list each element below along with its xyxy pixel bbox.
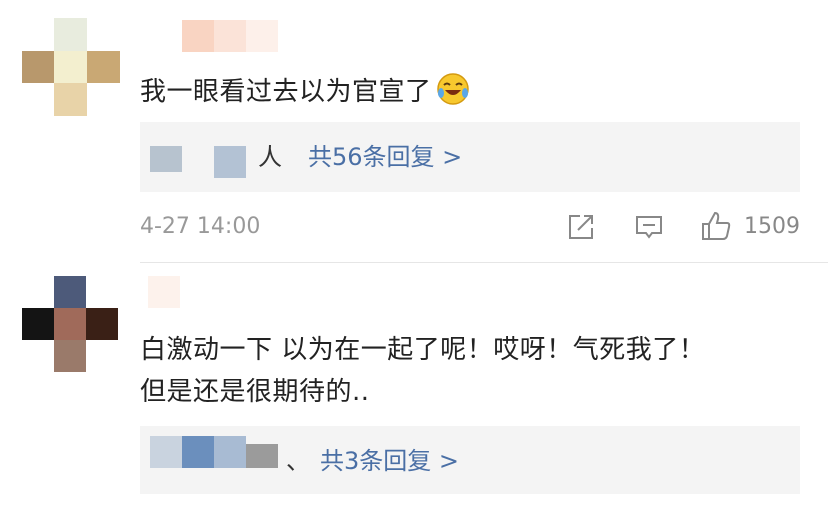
reply-preview-text: 、	[286, 447, 310, 475]
reply-username	[150, 146, 255, 178]
reply-preview-text: 人	[258, 143, 282, 171]
avatar[interactable]	[22, 18, 120, 116]
timestamp: 4-27 14:00	[140, 214, 261, 239]
username[interactable]	[148, 276, 182, 308]
view-replies-link[interactable]: 共3条回复 >	[320, 446, 459, 476]
avatar[interactable]	[22, 276, 122, 372]
divider	[140, 262, 828, 263]
reply-preview-box[interactable]: 人 共56条回复 >	[140, 122, 800, 192]
reply-username	[150, 436, 290, 470]
reply-preview-box[interactable]: 、 共3条回复 >	[140, 426, 800, 494]
share-icon[interactable]	[566, 212, 596, 242]
username[interactable]	[182, 20, 278, 52]
view-replies-link[interactable]: 共56条回复 >	[308, 142, 462, 172]
laughing-crying-emoji-icon	[436, 72, 470, 106]
comment-icon[interactable]	[634, 212, 664, 242]
comment-text: 我一眼看过去以为官宣了	[140, 72, 470, 110]
like-count: 1509	[744, 214, 800, 239]
like-icon[interactable]	[700, 210, 732, 242]
comment-text: 白激动一下 以为在一起了呢！哎呀！气死我了！ 但是还是很期待的..	[140, 335, 706, 407]
